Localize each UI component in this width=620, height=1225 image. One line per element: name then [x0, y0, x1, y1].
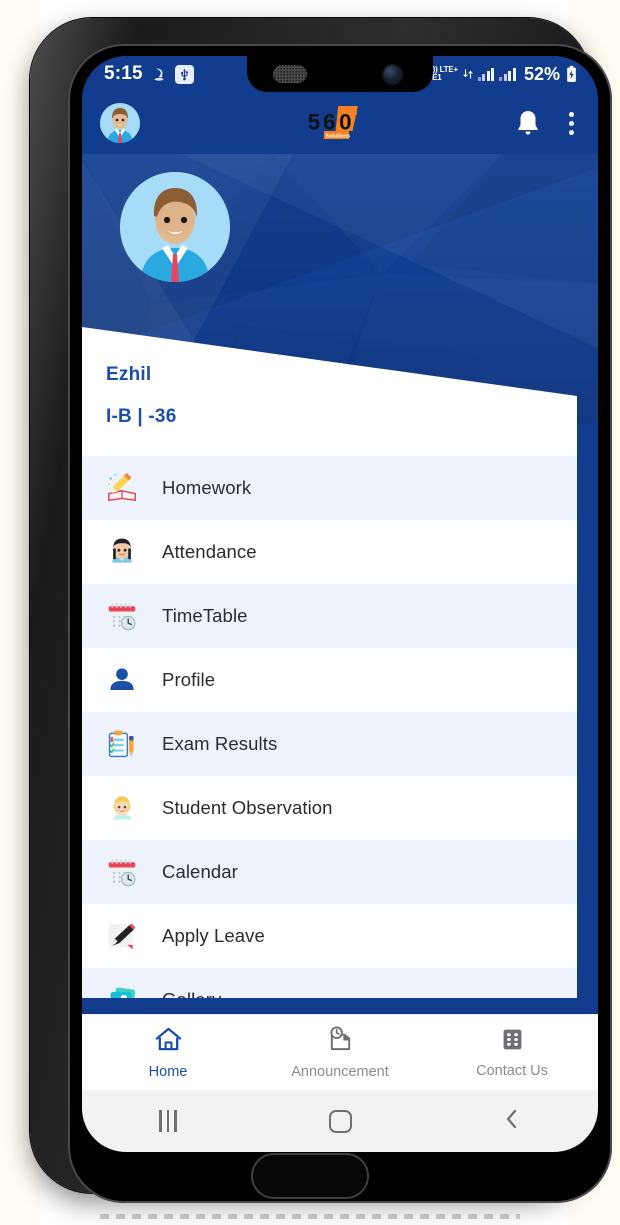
menu-item-label: Apply Leave	[162, 925, 265, 946]
app-bar: 5 6 0 Solutions	[82, 92, 598, 154]
status-time: 5:15	[104, 63, 143, 84]
app-logo: 5 6 0 Solutions	[306, 104, 374, 142]
menu-item-homework[interactable]: Homework	[82, 456, 577, 520]
signal-bars-icon-sim1	[477, 67, 495, 81]
menu-item-label: Homework	[162, 477, 252, 498]
bottom-navigation: Home Announcement Contact Us	[82, 1014, 598, 1090]
student-avatar	[120, 172, 230, 282]
student-face-icon	[104, 534, 140, 570]
display-notch	[247, 56, 433, 92]
pencil-icon	[104, 918, 140, 954]
menu-item-label: Profile	[162, 669, 216, 690]
menu-item-label: Exam Results	[162, 733, 278, 754]
user-class-section: I-B | -36	[106, 406, 177, 427]
usb-icon	[174, 64, 194, 84]
screenshot-root: Ezhil I-B | -36 Homework Attendance Time…	[0, 0, 620, 1225]
phone-frame: Ezhil I-B | -36 Homework Attendance Time…	[30, 18, 612, 1219]
menu-item-label: Student Observation	[162, 797, 333, 818]
child-face-icon	[104, 790, 140, 826]
front-camera-icon	[382, 64, 403, 85]
logo-text-0: 0	[339, 109, 351, 134]
earpiece-speaker-icon	[273, 65, 307, 83]
menu-item-attendance[interactable]: Attendance	[82, 520, 577, 584]
signal-bars-icon-sim2	[499, 67, 516, 81]
recents-icon	[159, 1110, 177, 1132]
bottom-nav-label: Contact Us	[476, 1062, 548, 1079]
bottom-nav-contact-us[interactable]: Contact Us	[426, 1027, 598, 1079]
menu-item-calendar[interactable]: Calendar	[82, 840, 577, 904]
menu-item-label: TimeTable	[162, 605, 248, 626]
bottom-speaker-grille	[100, 1214, 520, 1219]
menu-item-profile[interactable]: Profile	[82, 648, 577, 712]
menu-item-exam-results[interactable]: Exam Results	[82, 712, 577, 776]
menu-list: Homework Attendance TimeTable Profile Ex…	[82, 456, 577, 998]
data-arrows-icon	[463, 68, 473, 80]
photos-icon	[104, 982, 140, 998]
menu-item-label: Attendance	[162, 541, 257, 562]
bottom-nav-home[interactable]: Home	[82, 1026, 254, 1080]
menu-item-label: Calendar	[162, 861, 238, 882]
grid-contact-icon	[500, 1027, 525, 1057]
bottom-nav-label: Home	[148, 1063, 188, 1080]
vibrate-icon	[151, 66, 167, 82]
back-button[interactable]	[426, 1107, 598, 1136]
bottom-nav-label: Announcement	[291, 1063, 389, 1080]
android-system-nav	[82, 1090, 598, 1152]
physical-home-button[interactable]	[251, 1153, 369, 1199]
logo-text-5: 5	[308, 109, 320, 134]
logo-subtext: Solutions	[326, 133, 350, 139]
battery-percent: 52%	[523, 63, 560, 84]
logo-text-6: 6	[323, 109, 335, 134]
home-square-icon	[328, 1109, 352, 1133]
avatar[interactable]	[100, 103, 140, 143]
system-home-button[interactable]	[254, 1109, 426, 1133]
clipboard-checklist-icon	[104, 726, 140, 762]
home-icon	[155, 1026, 182, 1058]
calendar-clock-icon	[104, 598, 140, 634]
announcement-clock-icon	[327, 1025, 354, 1058]
phone-screen: Ezhil I-B | -36 Homework Attendance Time…	[82, 56, 598, 1152]
user-info: Ezhil I-B | -36	[106, 364, 406, 428]
bell-icon[interactable]	[515, 109, 541, 137]
menu-item-apply-leave[interactable]: Apply Leave	[82, 904, 577, 968]
bottom-nav-announcement[interactable]: Announcement	[254, 1025, 426, 1080]
back-chevron-icon	[500, 1107, 524, 1136]
calendar-clock-icon	[104, 854, 140, 890]
menu-item-student-observation[interactable]: Student Observation	[82, 776, 577, 840]
menu-item-gallery[interactable]: Gallery	[82, 968, 577, 998]
content-card: Ezhil I-B | -36 Homework Attendance Time…	[82, 327, 577, 998]
homework-pencil-notebook-icon	[104, 470, 140, 506]
menu-item-timetable[interactable]: TimeTable	[82, 584, 577, 648]
recents-button[interactable]	[82, 1110, 254, 1132]
more-vertical-icon[interactable]	[563, 110, 580, 137]
user-name: Ezhil	[106, 364, 152, 385]
battery-charging-icon	[565, 65, 578, 83]
person-icon	[104, 662, 140, 698]
menu-item-label: Gallery	[162, 989, 221, 998]
